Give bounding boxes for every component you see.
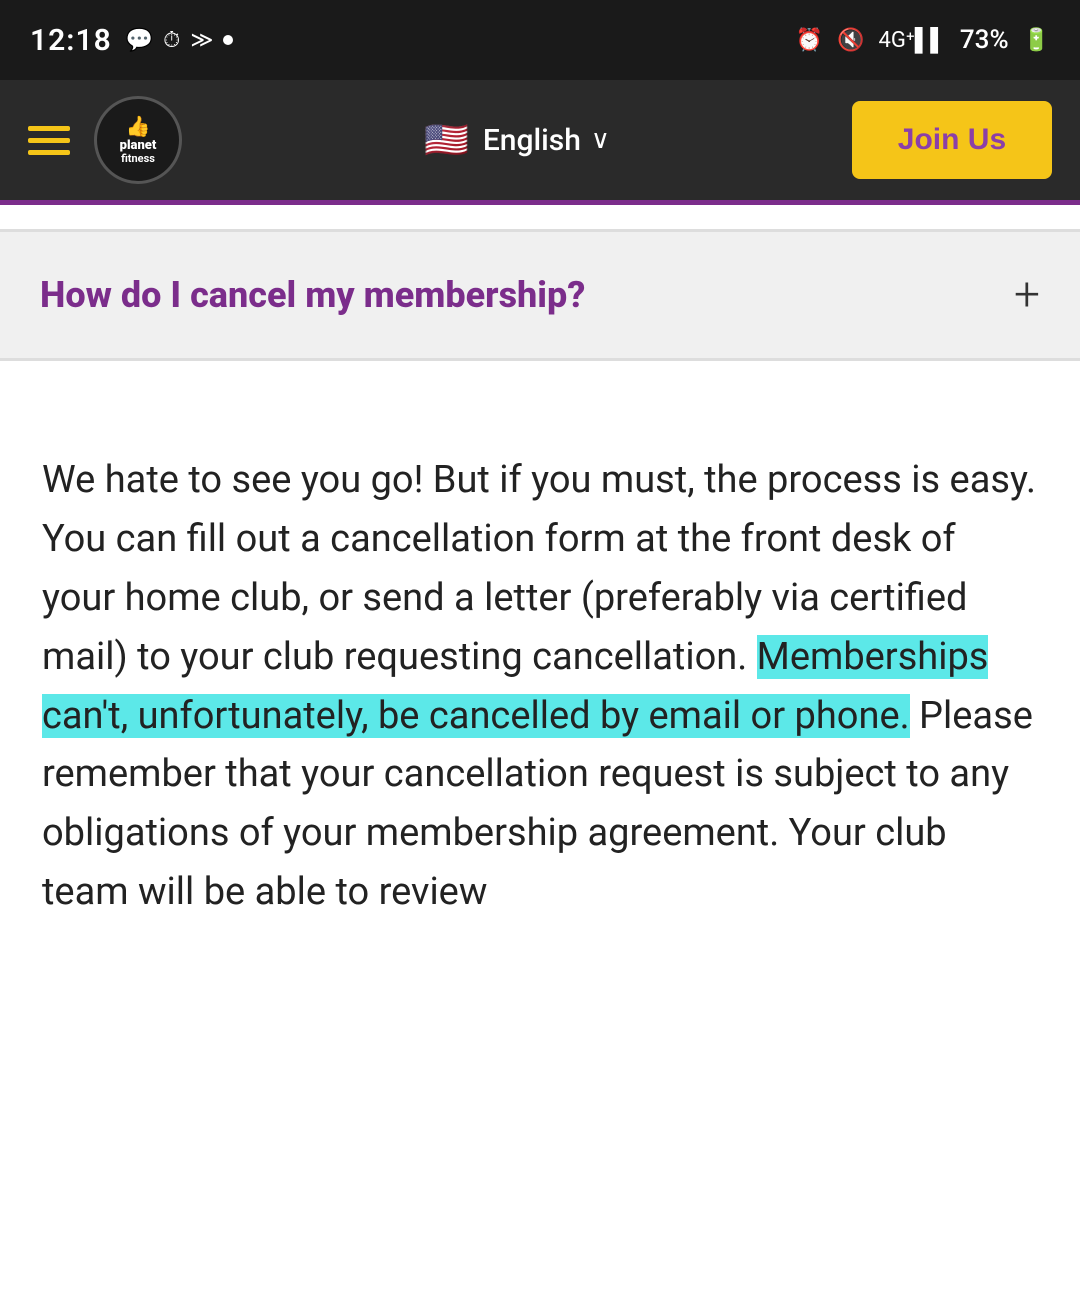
join-us-button[interactable]: Join Us — [852, 101, 1052, 179]
language-label: English — [483, 123, 581, 158]
faq-toggle-icon[interactable]: + — [1014, 268, 1040, 322]
mute-icon: 🔇 — [837, 28, 864, 53]
language-selector[interactable]: English ∨ — [483, 123, 610, 158]
content-paragraph: We hate to see you go! But if you must, … — [42, 451, 1038, 922]
status-time: 12:18 — [30, 23, 112, 58]
spacer-top — [0, 205, 1080, 229]
faq-accordion[interactable]: How do I cancel my membership? + — [0, 229, 1080, 361]
us-flag-icon: 🇺🇸 — [424, 119, 469, 161]
battery-icon: 🔋 — [1023, 28, 1050, 53]
hamburger-menu[interactable] — [28, 126, 70, 155]
logo-thumb-icon: 👍 — [120, 115, 157, 137]
status-icons: 💬 ⏱ ≫ — [126, 28, 234, 53]
chevron-down-icon: ∨ — [591, 125, 610, 155]
main-content: We hate to see you go! But if you must, … — [0, 401, 1080, 962]
logo[interactable]: 👍 planet fitness — [94, 96, 182, 184]
status-left: 12:18 💬 ⏱ ≫ — [30, 23, 233, 58]
message-icon: 💬 — [126, 28, 153, 53]
hamburger-line-1 — [28, 126, 70, 131]
signal-icon: 4G⁺▌▌ — [879, 27, 946, 53]
battery-level: 73% — [960, 25, 1009, 55]
alarm-icon: ⏱ — [163, 28, 180, 53]
clock-icon: ⏰ — [796, 28, 823, 53]
status-right: ⏰ 🔇 4G⁺▌▌ 73% 🔋 — [796, 25, 1050, 55]
nav-center: 🇺🇸 English ∨ — [424, 119, 610, 161]
hamburger-line-3 — [28, 150, 70, 155]
logo-text: 👍 planet fitness — [120, 115, 157, 165]
status-bar: 12:18 💬 ⏱ ≫ ⏰ 🔇 4G⁺▌▌ 73% 🔋 — [0, 0, 1080, 80]
faq-question-text: How do I cancel my membership? — [40, 274, 994, 316]
dot-indicator — [223, 35, 233, 45]
logo-circle: 👍 planet fitness — [94, 96, 182, 184]
forward-icon: ≫ — [190, 28, 213, 53]
nav-bar: 👍 planet fitness 🇺🇸 English ∨ Join Us — [0, 80, 1080, 200]
logo-planet-text: planet — [120, 139, 157, 153]
spacer-middle — [0, 361, 1080, 401]
hamburger-line-2 — [28, 138, 70, 143]
logo-fitness-text: fitness — [120, 153, 157, 165]
nav-left: 👍 planet fitness — [28, 96, 182, 184]
